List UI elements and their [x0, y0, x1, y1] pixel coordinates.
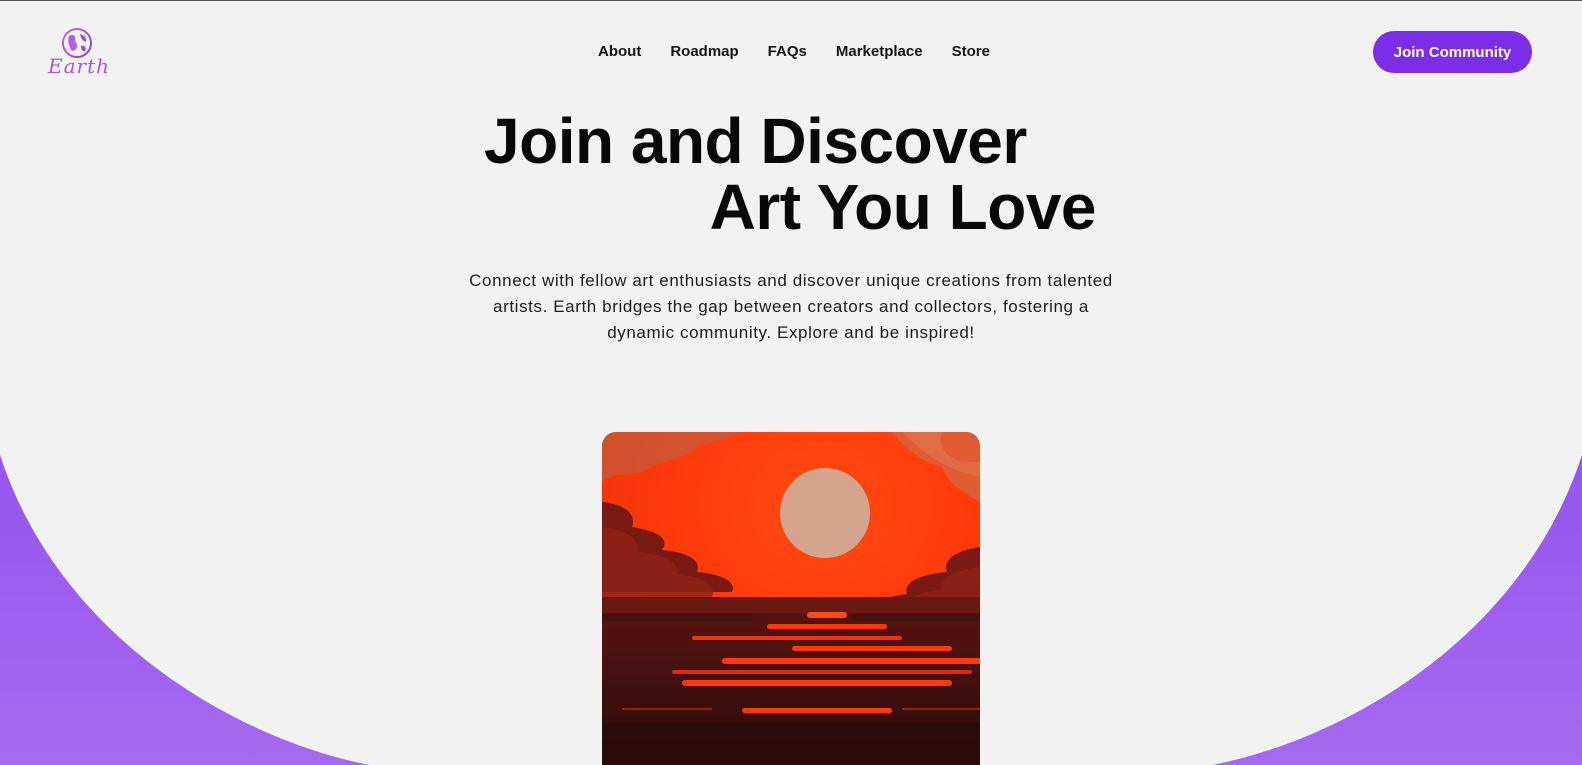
- hero-artwork-image: [602, 432, 980, 765]
- hero-title-line-2: Art You Love: [709, 171, 1097, 243]
- logo-text: Earth: [48, 54, 111, 78]
- nav-item-about[interactable]: About: [598, 42, 641, 62]
- main-nav: About Roadmap FAQs Marketplace Store: [598, 42, 1019, 62]
- nav-item-roadmap[interactable]: Roadmap: [670, 42, 738, 62]
- nav-item-store[interactable]: Store: [952, 42, 990, 62]
- hero-title: Join and Discover Art You Love: [484, 108, 1104, 240]
- hero-title-line-1: Join and Discover: [484, 105, 1027, 177]
- sunset-artwork: [602, 432, 980, 765]
- join-community-button[interactable]: Join Community: [1373, 31, 1532, 73]
- hero-description: Connect with fellow art enthusiasts and …: [469, 271, 1113, 342]
- nav-item-marketplace[interactable]: Marketplace: [836, 42, 923, 62]
- nav-item-faqs[interactable]: FAQs: [768, 42, 807, 62]
- earth-logo[interactable]: Earth: [48, 26, 111, 86]
